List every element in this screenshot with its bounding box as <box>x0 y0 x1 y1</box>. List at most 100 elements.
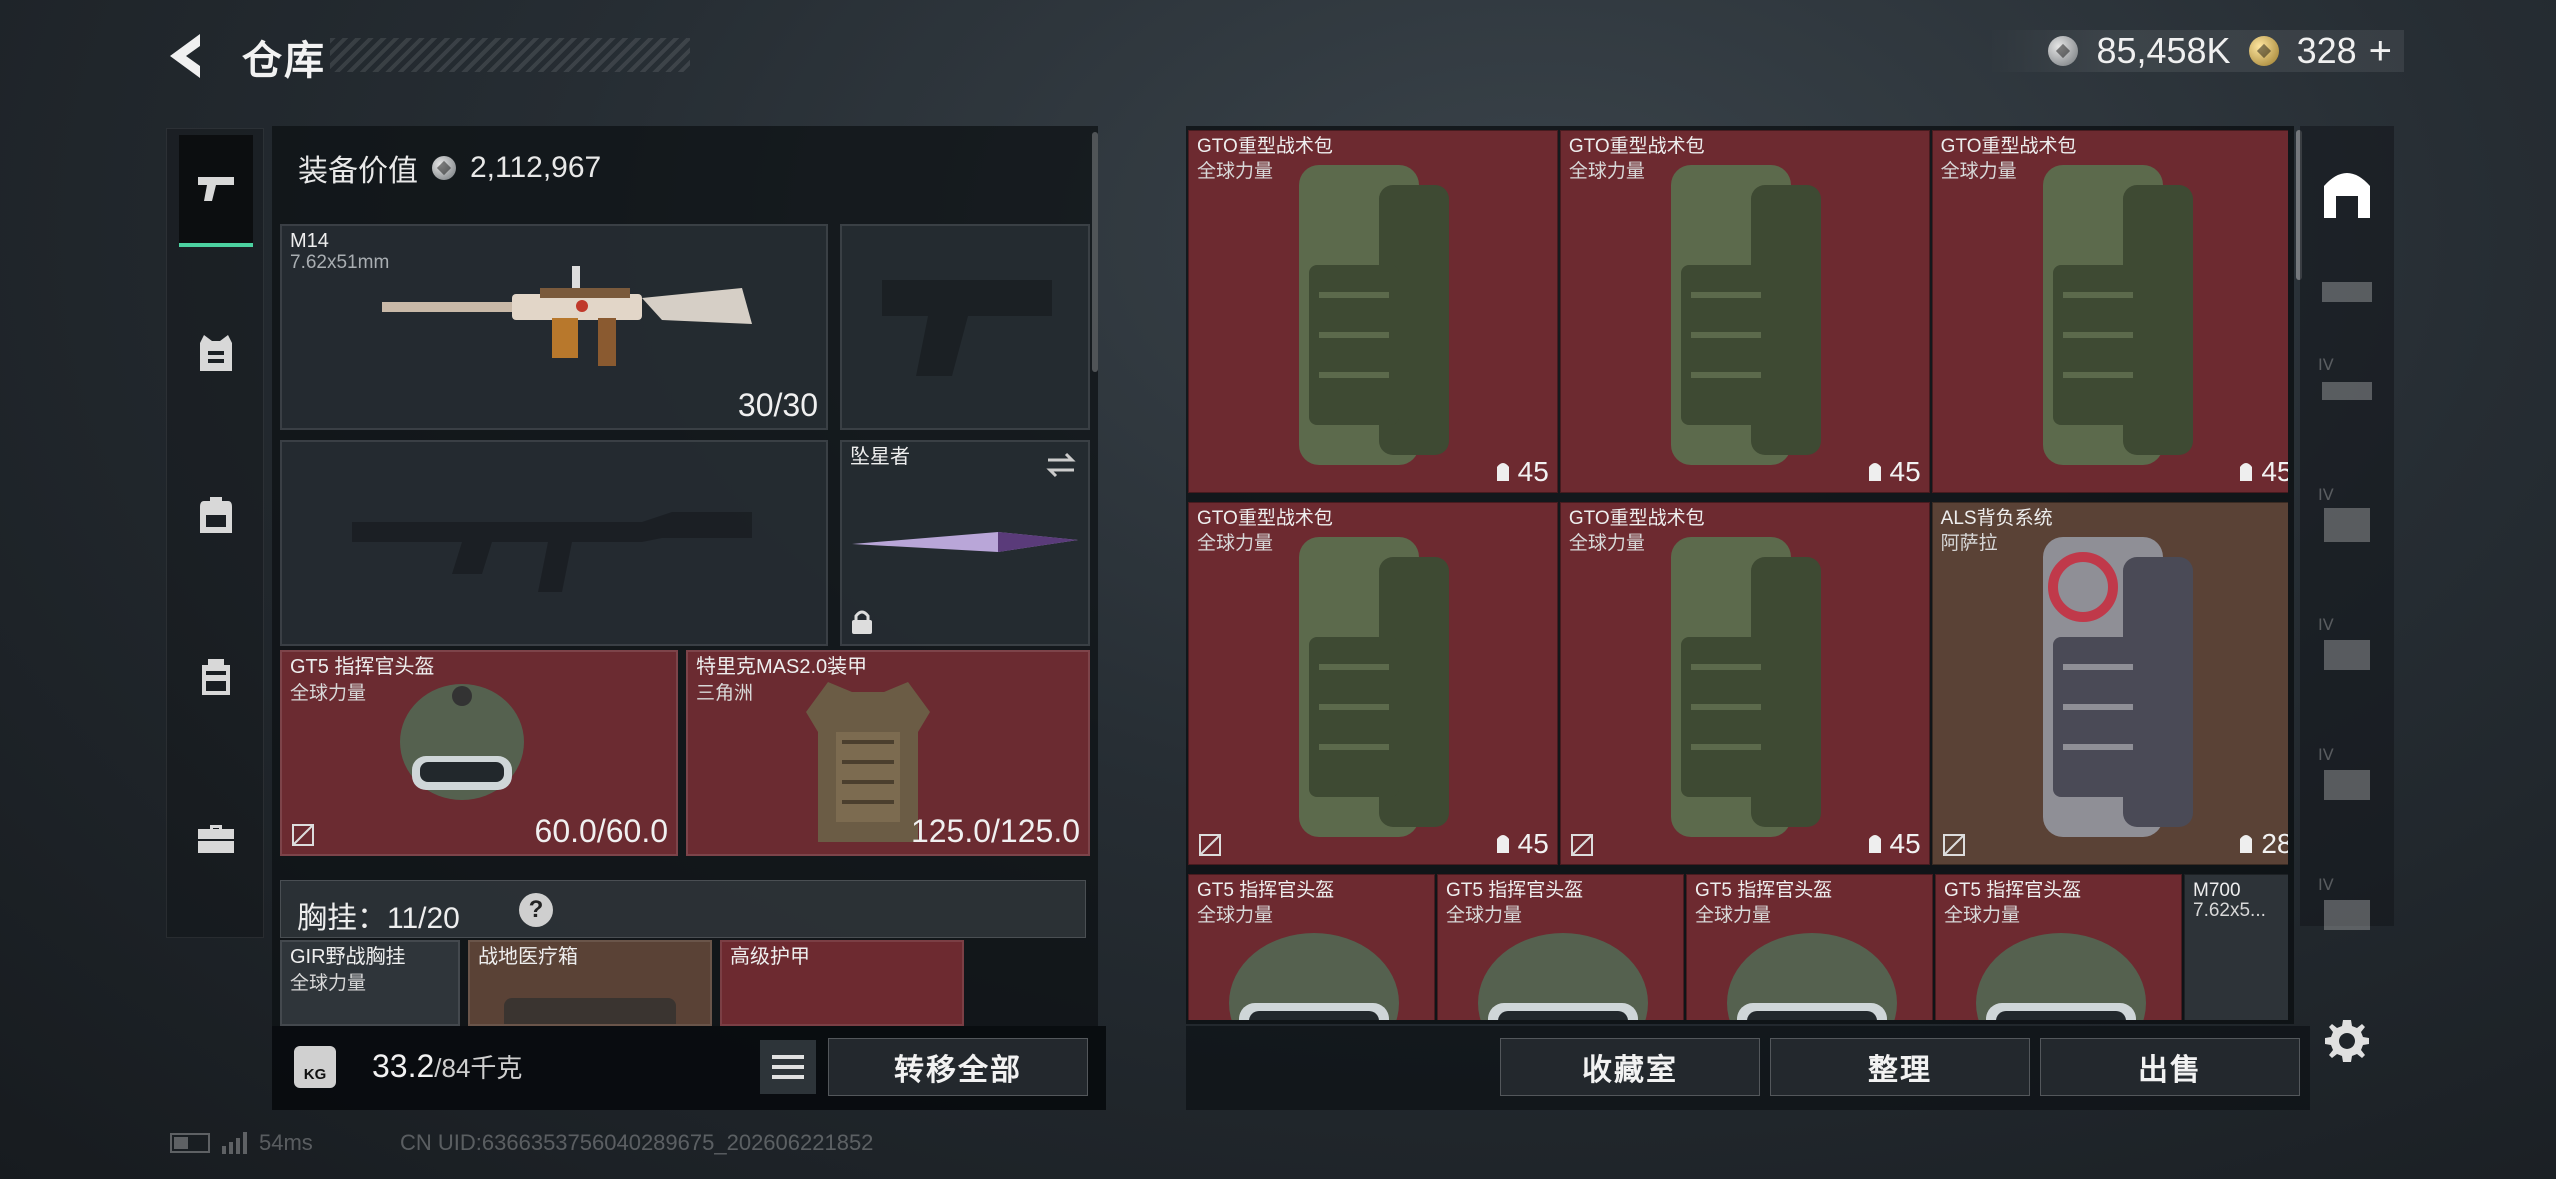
signal-icon <box>222 1132 247 1154</box>
nav-item-backpack[interactable] <box>179 459 253 571</box>
storage-item-pack[interactable]: GTO重型战术包全球力量 45 <box>1559 130 1930 494</box>
item-name: M14 <box>290 230 329 252</box>
secondary-weapon-slot[interactable] <box>840 224 1090 430</box>
svg-text:IV: IV <box>2318 745 2334 764</box>
item-name: 坠星者 <box>850 446 910 468</box>
capacity-value: 45 <box>1889 456 1921 488</box>
capacity: 45 <box>1866 828 1921 860</box>
item-name: 战地医疗箱 <box>478 946 578 968</box>
capacity-value: 45 <box>1517 456 1549 488</box>
tab-weapons-icon[interactable] <box>2314 256 2380 326</box>
svg-text:IV: IV <box>2318 615 2334 634</box>
nav-item-armor[interactable] <box>179 297 253 409</box>
equipment-value-label: 装备价值 <box>298 155 418 188</box>
nav-item-weapons[interactable] <box>179 135 253 247</box>
tab-attachments-icon[interactable]: IV <box>2314 352 2380 422</box>
body-armor-slot[interactable]: 特里克MAS2.0装甲 三角洲 125.0/125.0 <box>686 650 1090 856</box>
loadout-footer: KG 33.2/84千克 转移全部 <box>272 1026 1106 1110</box>
user-uid: CN UID:6366353756040289675_202606221852 <box>400 1130 874 1155</box>
item-name: GT5 指挥官头盔 <box>1944 879 2082 901</box>
storage-item-helmet[interactable]: GT5 指挥官头盔 全球力量 <box>1686 873 1933 1020</box>
loadout-scrollbar[interactable] <box>1092 132 1098 372</box>
list-view-button[interactable] <box>760 1040 816 1094</box>
storage-item-helmet[interactable]: GT5 指挥官头盔 全球力量 <box>1935 873 2182 1020</box>
capacity-icon <box>2240 463 2253 482</box>
no-sell-icon <box>292 824 314 846</box>
silver-currency-value: 85,458K <box>2096 30 2231 71</box>
durability: 125.0/125.0 <box>910 813 1080 849</box>
capacity-value: 45 <box>2261 456 2288 488</box>
helmet-slot[interactable]: GT5 指挥官头盔 全球力量 60.0/60.0 <box>280 650 678 856</box>
capacity: 45 <box>1494 828 1549 860</box>
battery-icon <box>170 1133 210 1153</box>
collection-room-button[interactable]: 收藏室 <box>1500 1038 1760 1096</box>
title-decoration <box>330 38 690 72</box>
transfer-all-button[interactable]: 转移全部 <box>828 1038 1088 1096</box>
svg-text:IV: IV <box>2318 875 2334 894</box>
primary-weapon-slot[interactable]: M14 7.62x51mm 30/30 <box>280 224 828 430</box>
m14-rifle-icon <box>382 266 752 366</box>
nav-item-supplies[interactable] <box>179 783 253 895</box>
storage-item-pack[interactable]: GTO重型战术包全球力量 45 <box>1559 501 1930 866</box>
storage-item-helmet[interactable]: GT5 指挥官头盔 全球力量 <box>1437 873 1684 1020</box>
storage-footer: 收藏室 整理 出售 <box>1186 1026 2310 1110</box>
tab-consumables-icon[interactable]: IV <box>2314 872 2380 942</box>
item-name: GTO重型战术包 <box>1568 507 1705 529</box>
capacity-icon <box>1868 835 1881 854</box>
pistol-placeholder-icon <box>882 280 1052 376</box>
no-sell-icon <box>1942 834 1965 857</box>
item-name: GIR野战胸挂 <box>290 946 406 968</box>
storage-home-icon[interactable] <box>2314 156 2380 226</box>
secondary-long-weapon-slot[interactable] <box>280 440 828 646</box>
svg-text:IV: IV <box>2318 355 2334 374</box>
helmet-icon <box>400 684 524 800</box>
carry-weight: 33.2/84千克 <box>372 1048 522 1085</box>
currency-bar: 85,458K 328 + <box>1988 29 2404 74</box>
backpack-icon <box>2042 536 2193 837</box>
chest-item-rig[interactable]: GIR野战胸挂 全球力量 <box>280 940 460 1026</box>
device-status: 54ms <box>170 1130 313 1156</box>
swap-icon[interactable] <box>1044 450 1078 480</box>
weight-icon: KG <box>294 1046 336 1088</box>
back-arrow-icon[interactable] <box>160 28 216 84</box>
tab-tools-icon[interactable]: IV <box>2314 742 2380 812</box>
helmet-icon <box>1727 932 1897 1020</box>
sort-button[interactable]: 整理 <box>1770 1038 2030 1096</box>
nav-item-chest-rig[interactable] <box>179 621 253 733</box>
storage-item-als[interactable]: ALS背负系统阿萨拉 28 <box>1931 501 2288 866</box>
item-faction: 全球力量 <box>290 683 367 704</box>
storage-item-pack[interactable]: GTO重型战术包全球力量 45 <box>1188 501 1558 866</box>
carry-weight-value: 33.2 <box>372 1048 435 1084</box>
item-name: M700 <box>2193 879 2241 901</box>
chest-rig-header: 胸挂：11/20 ? <box>280 880 1086 938</box>
ammo-count: 30/30 <box>737 387 818 423</box>
chest-item-armor[interactable]: 高级护甲 <box>720 940 964 1026</box>
item-faction: 7.62x5... <box>2193 899 2266 921</box>
storage-item-helmet[interactable]: GT5 指挥官头盔 全球力量 <box>1188 873 1435 1020</box>
capacity: 45 <box>1494 456 1549 488</box>
settings-gear-icon[interactable] <box>2322 1016 2372 1066</box>
vest-icon <box>200 335 232 371</box>
help-icon[interactable]: ? <box>519 893 553 927</box>
storage-item-pack[interactable]: GTO重型战术包全球力量 45 <box>1931 130 2288 494</box>
silver-coin-icon <box>432 156 456 180</box>
chest-item-medkit[interactable]: 战地医疗箱 <box>468 940 712 1026</box>
add-currency-button[interactable]: + <box>2369 29 2392 74</box>
svg-text:IV: IV <box>2318 485 2334 504</box>
capacity-value: 45 <box>1517 828 1549 860</box>
backpack-icon <box>1299 536 1449 837</box>
storage-item-rifle[interactable]: M700 7.62x5... <box>2184 873 2288 1020</box>
item-name: GTO重型战术包 <box>1568 136 1705 157</box>
chest-rig-capacity: 胸挂：11/20 <box>297 902 460 935</box>
backpack-icon <box>2042 165 2193 465</box>
tab-containers-icon[interactable]: IV <box>2314 482 2380 552</box>
tab-medical-icon[interactable]: IV <box>2314 612 2380 682</box>
item-faction: 全球力量 <box>1197 904 1274 926</box>
storage-panel: GTO重型战术包 全球力量 45 GTO重型战术包 全球力量 45 GTO重型战术包… <box>1186 126 2302 1024</box>
lock-icon <box>852 610 872 634</box>
melee-slot[interactable]: 坠星者 <box>840 440 1090 646</box>
item-faction: 全球力量 <box>1197 532 1274 554</box>
storage-item-pack[interactable]: GTO重型战术包全球力量 45 <box>1188 130 1558 494</box>
sell-button[interactable]: 出售 <box>2040 1038 2300 1096</box>
backpack-icon <box>1670 536 1821 837</box>
